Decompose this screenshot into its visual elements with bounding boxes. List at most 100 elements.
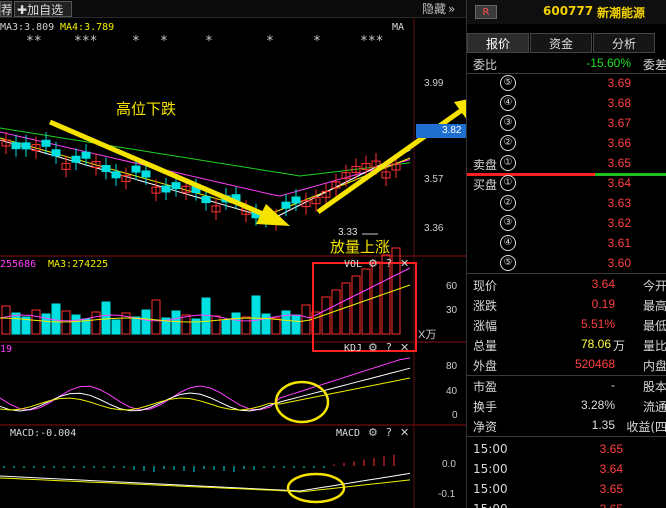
volume-bar bbox=[1, 305, 11, 335]
tick-time: 15:00 bbox=[473, 482, 508, 496]
volume-bar bbox=[71, 314, 81, 335]
ask-price: 3.69 bbox=[607, 76, 631, 90]
tab-capital[interactable]: 资金 bbox=[530, 33, 592, 53]
candle-body bbox=[81, 151, 91, 159]
chart-toolbar: 荐 ✚加自选 隐藏 » bbox=[0, 0, 466, 18]
ma-tag: MA bbox=[392, 22, 405, 33]
stat-right-label: 今开 bbox=[642, 279, 666, 293]
stat-right-label: 最高 bbox=[642, 299, 666, 313]
level-number: ③ bbox=[500, 215, 516, 231]
tick-price: 3.65 bbox=[599, 482, 623, 496]
tick-row[interactable]: 15:00 3.65 bbox=[467, 500, 666, 508]
stat-value: 5.51% bbox=[580, 317, 615, 331]
candle-body bbox=[201, 196, 211, 204]
macd-tick: -0.1 bbox=[438, 489, 456, 500]
tick-time: 15:00 bbox=[473, 502, 508, 508]
volume-bar bbox=[141, 309, 151, 335]
fund-label: 市盈 bbox=[473, 380, 498, 394]
stat-label: 现价 bbox=[473, 279, 498, 293]
fund-value: - bbox=[611, 378, 615, 392]
level-number: ③ bbox=[500, 115, 516, 131]
ask-row[interactable]: 卖盘 ① 3.65 bbox=[467, 154, 666, 174]
close-icon[interactable]: ✕ bbox=[400, 426, 409, 439]
annotation-volume-rise: 放量上涨 bbox=[330, 238, 391, 256]
level-number: ① bbox=[500, 175, 516, 191]
candle-body bbox=[161, 185, 171, 193]
level-number: ④ bbox=[500, 95, 516, 111]
ask-label: 卖盘 bbox=[473, 158, 498, 172]
stock-tag-badge[interactable]: R bbox=[475, 5, 497, 19]
bid-price: 3.63 bbox=[607, 196, 631, 210]
stat-row[interactable]: 总量 78.06 万 量比 bbox=[467, 335, 666, 355]
tick-row[interactable]: 15:00 3.65 bbox=[467, 440, 666, 460]
stock-header: R 600777 新潮能源 bbox=[467, 0, 666, 24]
gear-icon[interactable]: ⚙ bbox=[368, 426, 378, 439]
stat-row[interactable]: 涨幅 5.51% 最低 bbox=[467, 315, 666, 335]
bid-row[interactable]: ④ 3.61 bbox=[467, 234, 666, 254]
volume-bar bbox=[51, 303, 61, 335]
volume-bar bbox=[91, 311, 101, 335]
kline-chart-panel[interactable]: 荐 ✚加自选 隐藏 » MA3:3.809 MA4:3.789 MA ** **… bbox=[0, 0, 466, 508]
hide-button[interactable]: 隐藏 bbox=[422, 1, 446, 17]
stat-value: 78.06 bbox=[580, 337, 611, 351]
gear-icon[interactable]: ⚙ bbox=[368, 257, 378, 270]
ma3-legend: MA3:3.809 bbox=[0, 22, 55, 33]
ratio-label: 委比 bbox=[473, 58, 498, 72]
bid-row[interactable]: ③ 3.62 bbox=[467, 214, 666, 234]
fund-row[interactable]: 市盈 - 股本 bbox=[467, 376, 666, 396]
help-icon[interactable]: ? bbox=[386, 341, 392, 354]
ask-row[interactable]: ③ 3.67 bbox=[467, 114, 666, 134]
stock-name: 新潮能源 bbox=[597, 6, 646, 20]
signal-stars: * bbox=[132, 34, 140, 49]
volume-bar bbox=[41, 313, 51, 335]
stat-row[interactable]: 涨跌 0.19 最高 bbox=[467, 295, 666, 315]
collapse-panel-button[interactable]: » bbox=[448, 1, 455, 17]
bid-price: 3.61 bbox=[607, 236, 631, 250]
candle-body bbox=[71, 155, 81, 163]
tick-row[interactable]: 15:00 3.65 bbox=[467, 480, 666, 500]
tick-time: 15:00 bbox=[473, 442, 508, 456]
candle-body bbox=[51, 149, 61, 157]
tab-quote[interactable]: 报价 bbox=[467, 33, 529, 53]
candle-body bbox=[41, 139, 51, 147]
candle-body bbox=[281, 201, 291, 209]
kdj-tick: 80 bbox=[446, 361, 458, 372]
stat-right-label: 最低 bbox=[642, 319, 666, 333]
macd-tick: 0.0 bbox=[442, 459, 456, 470]
tick-row[interactable]: 15:00 3.64 bbox=[467, 460, 666, 480]
gear-icon[interactable]: ⚙ bbox=[368, 341, 378, 354]
candle-body bbox=[291, 196, 301, 204]
ask-row[interactable]: ⑤ 3.69 bbox=[467, 74, 666, 94]
fund-row[interactable]: 净资 1.35 收益(四 bbox=[467, 416, 666, 436]
signal-stars: * bbox=[266, 34, 274, 49]
stat-row[interactable]: 外盘 520468 内盘 bbox=[467, 355, 666, 375]
fund-right-label: 收益(四 bbox=[626, 420, 666, 434]
ask-row[interactable]: ② 3.66 bbox=[467, 134, 666, 154]
signal-stars: ** bbox=[26, 34, 42, 49]
volume-bar bbox=[151, 299, 161, 335]
tick-time: 15:00 bbox=[473, 462, 508, 476]
tab-analysis[interactable]: 分析 bbox=[593, 33, 655, 53]
volume-bar bbox=[31, 309, 41, 335]
bid-row[interactable]: ⑤ 3.60 bbox=[467, 254, 666, 274]
help-icon[interactable]: ? bbox=[386, 257, 392, 270]
help-icon[interactable]: ? bbox=[386, 426, 392, 439]
kdj-tick: 0 bbox=[452, 410, 458, 421]
close-icon[interactable]: ✕ bbox=[400, 341, 409, 354]
add-watchlist-button[interactable]: ✚加自选 bbox=[14, 1, 72, 17]
ask-row[interactable]: ④ 3.68 bbox=[467, 94, 666, 114]
kdj-golden-cross-circle bbox=[274, 380, 330, 424]
bid-row[interactable]: 买盘 ① 3.64 bbox=[467, 174, 666, 194]
stat-value: 0.19 bbox=[591, 297, 615, 311]
close-icon[interactable]: ✕ bbox=[400, 257, 409, 270]
ask-price: 3.65 bbox=[607, 156, 631, 170]
plus-icon: ✚ bbox=[17, 3, 28, 17]
candle-body bbox=[101, 165, 111, 173]
fund-row[interactable]: 换手 3.28% 流通 bbox=[467, 396, 666, 416]
stat-unit: 万 bbox=[613, 339, 626, 353]
stat-row[interactable]: 现价 3.64 今开 bbox=[467, 275, 666, 295]
recommend-button[interactable]: 荐 bbox=[0, 1, 12, 17]
bid-row[interactable]: ② 3.63 bbox=[467, 194, 666, 214]
bid-price: 3.64 bbox=[607, 176, 631, 190]
stat-label: 涨幅 bbox=[473, 319, 498, 333]
